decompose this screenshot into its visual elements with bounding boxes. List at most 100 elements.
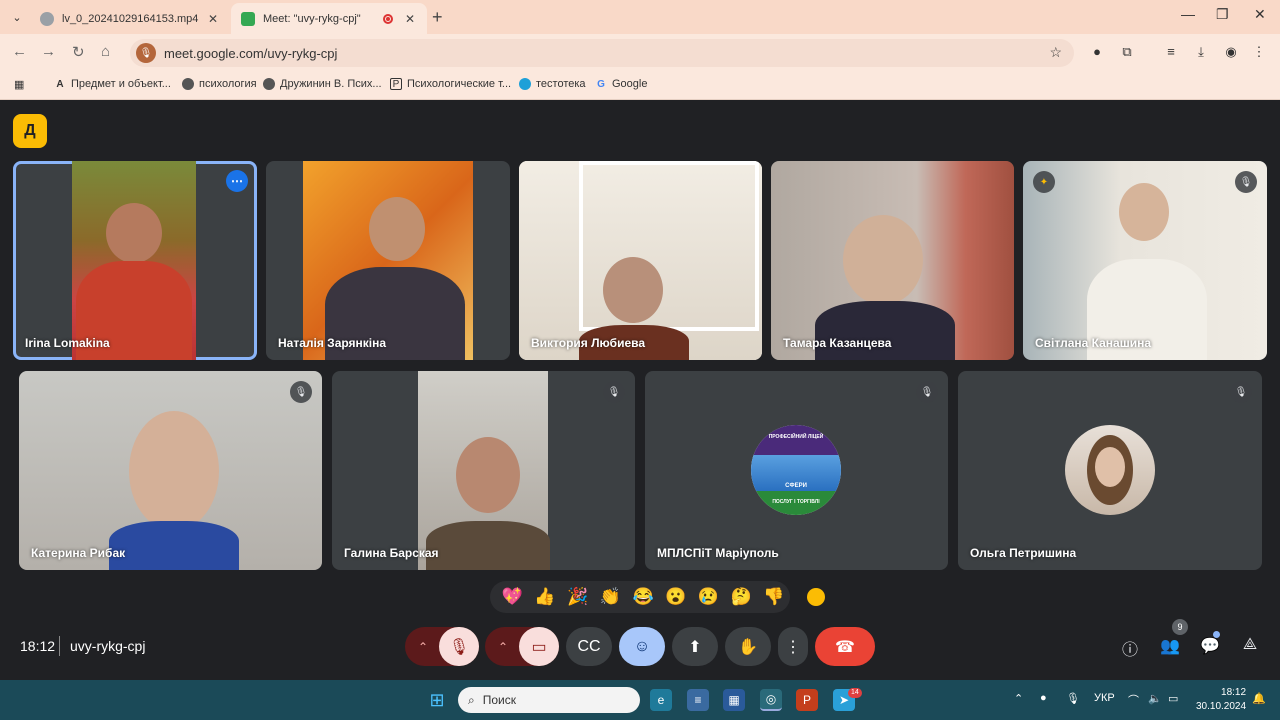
present-screen-button[interactable]: ⬆	[672, 627, 718, 666]
forward-icon[interactable]: →	[41, 43, 56, 60]
tab-meet[interactable]: Meet: "uvy-rykg-cpj" ✕	[231, 3, 427, 34]
bookmark-star-icon[interactable]: ☆	[1049, 44, 1062, 61]
participant-name: Тамара Казанцева	[783, 336, 892, 350]
audio-settings-chevron-icon[interactable]: ⌃	[405, 627, 441, 666]
participant-tile[interactable]: ✦ 🎙 Світлана Канашина	[1023, 161, 1267, 360]
language-indicator[interactable]: УКР	[1094, 692, 1115, 704]
taskbar-search[interactable]: ⌕ Поиск	[458, 687, 640, 713]
participant-tile[interactable]: 🎙 Ольга Петришина	[958, 371, 1262, 570]
video-settings-chevron-icon[interactable]: ⌃	[485, 627, 521, 666]
activities-icon[interactable]: ⟁	[1239, 636, 1261, 658]
url-text[interactable]: meet.google.com/uvy-rykg-cpj	[164, 46, 337, 61]
download-icon[interactable]: ⤓	[1192, 44, 1210, 62]
bookmark-label: Предмет и объект...	[71, 78, 171, 90]
bookmark-item[interactable]: P Психологические т...	[390, 78, 511, 90]
tab-title: lv_0_20241029164153.mp4	[62, 12, 199, 25]
participant-tile[interactable]: Наталія Зарянкіна	[266, 161, 510, 360]
test-site-icon	[519, 78, 531, 90]
bookmark-item[interactable]: A Предмет и объект...	[54, 78, 171, 90]
new-tab-button[interactable]: +	[432, 7, 443, 28]
profile-avatar-icon[interactable]: ◉	[1222, 44, 1240, 62]
browser-toolbar: ← → ↻ ⌂ 🎙 meet.google.com/uvy-rykg-cpj ☆…	[0, 34, 1280, 72]
people-icon[interactable]: 👥	[1159, 636, 1181, 658]
windows-start-icon[interactable]: ⊞	[426, 689, 448, 711]
leave-call-button[interactable]: ☎	[815, 627, 875, 666]
notepad-icon[interactable]: ≡	[687, 689, 709, 711]
chat-icon[interactable]: 💬	[1199, 636, 1221, 658]
participant-name: Irina Lomakina	[25, 336, 110, 350]
battery-icon[interactable]: ▭	[1168, 692, 1178, 705]
participant-tile[interactable]: Тамара Казанцева	[771, 161, 1014, 360]
maximize-button[interactable]: ❐	[1216, 6, 1229, 23]
bookmark-item[interactable]: тестотека	[519, 78, 586, 90]
google-icon: G	[597, 78, 605, 90]
minimize-button[interactable]: —	[1181, 6, 1195, 22]
powerpoint-icon[interactable]: P	[796, 689, 818, 711]
skin-tone-selector[interactable]	[807, 588, 825, 606]
menu-kebab-icon[interactable]: ⋮	[1250, 44, 1268, 62]
close-window-button[interactable]: ✕	[1254, 6, 1266, 23]
letter-a-icon: A	[56, 78, 64, 90]
tab-search-button[interactable]: ⌄	[6, 6, 28, 28]
participant-name: Виктория Любиева	[531, 336, 646, 350]
apps-grid-icon[interactable]: ▦	[14, 78, 24, 91]
chrome-icon[interactable]: ◎	[760, 689, 782, 711]
reaction-surprised[interactable]: 😮	[659, 587, 692, 607]
media-control-icon[interactable]: ≡	[1162, 44, 1180, 62]
reaction-clap[interactable]: 👏	[594, 587, 627, 607]
address-bar[interactable]: 🎙 meet.google.com/uvy-rykg-cpj ☆	[130, 39, 1074, 67]
back-icon[interactable]: ←	[12, 43, 27, 60]
more-options-button[interactable]: ⋮	[778, 627, 808, 666]
participant-tile[interactable]: 🎙 Катерина Рибак	[19, 371, 322, 570]
home-icon[interactable]: ⌂	[101, 43, 110, 60]
notifications-bell-icon[interactable]: 🔔	[1252, 692, 1266, 705]
edge-icon[interactable]: e	[650, 689, 672, 711]
tab-close-button[interactable]: ✕	[206, 12, 220, 26]
microphone-icon[interactable]: 🎙	[1066, 692, 1080, 705]
meeting-app-icon[interactable]: Д	[13, 114, 47, 148]
emoji-reactions-button[interactable]: ☺	[619, 627, 665, 666]
system-clock[interactable]: 18:12 30.10.2024	[1196, 686, 1246, 714]
more-options-icon[interactable]: ⋯	[226, 170, 248, 192]
captions-button[interactable]: CC	[566, 627, 612, 666]
participant-video	[519, 161, 762, 360]
raise-hand-button[interactable]: ✋	[725, 627, 771, 666]
bookmark-label: Google	[612, 78, 648, 90]
calendar-icon[interactable]: ▦	[723, 689, 745, 711]
reaction-party[interactable]: 🎉	[561, 587, 594, 607]
tab-video-file[interactable]: lv_0_20241029164153.mp4 ✕	[30, 3, 230, 34]
reaction-thumbs-down[interactable]: 👎	[757, 587, 790, 607]
bookmark-label: Психологические т...	[407, 78, 512, 90]
reaction-heart[interactable]: 💖	[496, 587, 529, 607]
extensions-puzzle-icon[interactable]: ⧉	[1118, 44, 1136, 62]
camera-off-button[interactable]: ▭	[519, 627, 559, 666]
mic-off-icon: 🎙	[916, 381, 938, 403]
microphone-in-use-icon[interactable]: 🎙	[136, 43, 156, 63]
extension-profile-icon[interactable]: ●	[1088, 44, 1106, 62]
bookmark-item[interactable]: Дружинин В. Псих...	[263, 78, 382, 90]
participant-tile[interactable]: ⋯ Irina Lomakina	[13, 161, 257, 360]
reaction-laugh[interactable]: 😂	[627, 587, 660, 607]
mic-off-button[interactable]: 🎙	[439, 627, 479, 666]
face	[106, 203, 162, 263]
bookmark-item[interactable]: психология	[182, 78, 257, 90]
tab-close-button[interactable]: ✕	[403, 12, 417, 26]
reaction-sad[interactable]: 😢	[692, 587, 725, 607]
participant-video	[418, 371, 550, 570]
clock-time: 18:12	[1221, 687, 1247, 698]
volume-icon[interactable]: 🔈	[1148, 692, 1162, 705]
reload-icon[interactable]: ↻	[72, 43, 85, 61]
bookmark-item[interactable]: G Google	[595, 78, 647, 90]
body	[426, 521, 550, 570]
participant-tile[interactable]: Виктория Любиева	[519, 161, 762, 360]
tab-title: Meet: "uvy-rykg-cpj"	[263, 12, 361, 25]
reaction-thinking[interactable]: 🤔	[725, 587, 758, 607]
tray-app-icon[interactable]: ●	[1040, 692, 1047, 704]
wifi-icon[interactable]: ⌒	[1128, 692, 1139, 708]
tray-overflow-icon[interactable]: ⌃	[1014, 692, 1023, 705]
reaction-thumbs-up[interactable]: 👍	[529, 587, 562, 607]
participant-tile[interactable]: 🎙 Галина Барская	[332, 371, 635, 570]
participant-name: Ольга Петришина	[970, 546, 1077, 560]
participant-tile[interactable]: ПРОФЕСІЙНИЙ ЛІЦЕЙ СФЕРИ ПОСЛУГ І ТОРГІВЛ…	[645, 371, 948, 570]
meeting-info-icon[interactable]: ⓘ	[1119, 636, 1141, 659]
